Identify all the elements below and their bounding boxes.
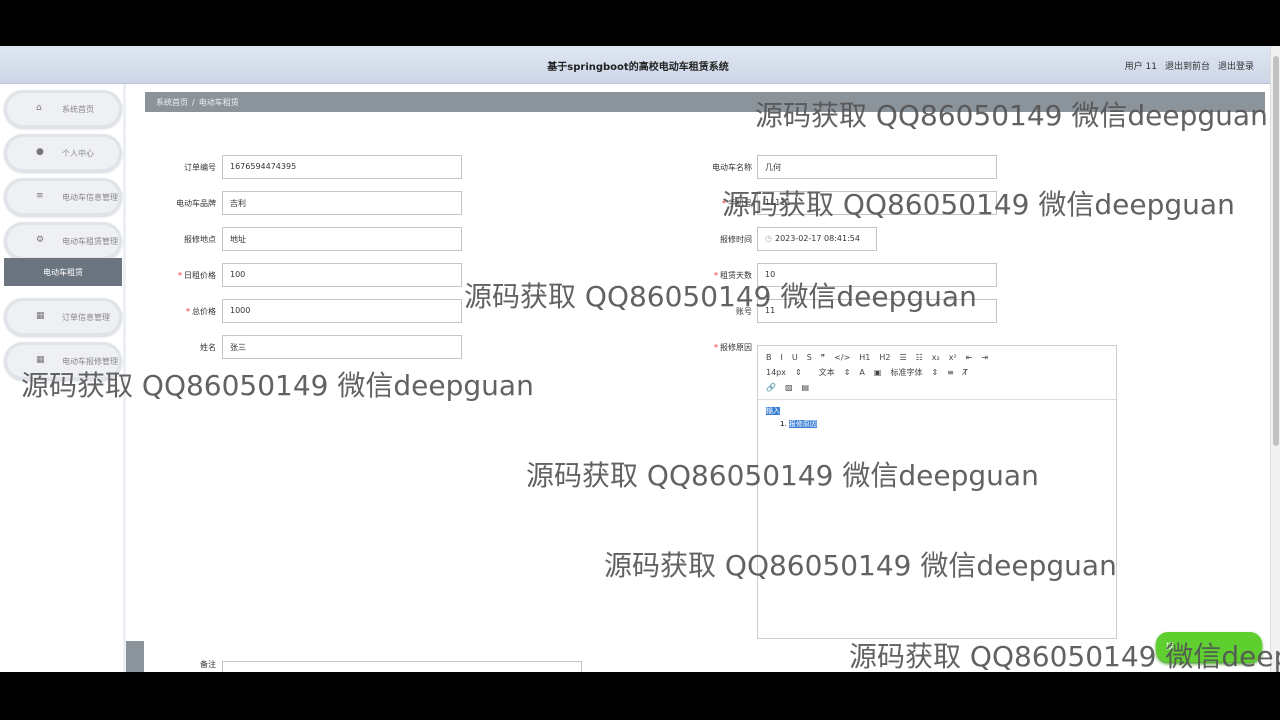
watermark: 源码获取 QQ86050149 微信deepguan (21, 369, 534, 402)
label-daily-price: * 日租价格 (178, 271, 216, 280)
bike-name-field[interactable]: 几何 (757, 155, 997, 179)
editor-toolbar-row3: 🔗 ▨ ▤ (766, 380, 1108, 395)
brand-field[interactable]: 吉利 (222, 191, 462, 215)
app-title: 基于springboot的高校电动车租赁系统 (547, 62, 729, 73)
bg-color-icon[interactable]: ▣ (874, 368, 882, 377)
font-color-icon[interactable]: A (859, 368, 864, 377)
bike-icon: ⚙ (36, 235, 45, 245)
editor-toolbar-row: B I U S ❞ </> H1 H2 ☰ ☷ x₂ x² ⇤ ⇥ (766, 350, 1108, 365)
sidebar-item-orders[interactable]: ▦ 订单信息管理 (4, 298, 122, 336)
sidebar-item-rental[interactable]: ⚙ 电动车租赁管理 (4, 222, 122, 260)
video-icon[interactable]: ▤ (802, 383, 810, 392)
watermark: 源码获取 QQ86050149 微信deepguan (722, 188, 1235, 221)
toolbar-button[interactable]: U (792, 353, 798, 362)
toolbar-button[interactable]: </> (834, 353, 850, 362)
scrollbar[interactable] (1270, 46, 1280, 672)
label-total-price: * 总价格 (186, 307, 216, 316)
watermark: 源码获取 QQ86050149 微信deepguan (526, 459, 1039, 492)
user-icon: ● (36, 147, 44, 157)
toolbar-button[interactable]: ⇥ (981, 353, 988, 362)
app-screen: 基于springboot的高校电动车租赁系统 用户 11 退出到前台 退出登录 … (0, 46, 1280, 672)
list-icon: ≡ (36, 191, 44, 201)
address-field[interactable]: 地址 (222, 227, 462, 251)
align-icon[interactable]: ≡ (947, 368, 954, 377)
order-no-field[interactable]: 1676594474395 (222, 155, 462, 179)
logout-link[interactable]: 退出登录 (1218, 59, 1254, 72)
watermark: 源码获取 QQ86050149 微信deepguan (849, 640, 1280, 672)
watermark: 源码获取 QQ86050149 微信deepguan (755, 99, 1268, 132)
label-address: 报修地点 (184, 235, 216, 244)
grid-icon: ▦ (36, 311, 45, 321)
total-price-field[interactable]: 1000 (222, 299, 462, 323)
breadcrumb-home[interactable]: 系统首页 (156, 98, 188, 107)
toolbar-button[interactable]: H2 (879, 353, 890, 362)
clear-format-icon[interactable]: T̸ (963, 368, 968, 377)
sidebar-subitem-rental[interactable]: 电动车租赁 (4, 258, 122, 286)
toolbar-button[interactable]: ⇤ (966, 353, 973, 362)
toolbar-button[interactable]: S (807, 353, 812, 362)
label-name: 姓名 (200, 343, 216, 352)
label-repair-time: 报修时间 (720, 235, 752, 244)
toolbar-button[interactable]: H1 (859, 353, 870, 362)
sidebar-item-bike-info[interactable]: ≡ 电动车信息管理 (4, 178, 122, 216)
name-field[interactable]: 张三 (222, 335, 462, 359)
editor-text-line1: 输入 (766, 407, 780, 415)
toolbar-button[interactable]: ☰ (899, 353, 906, 362)
remark-field[interactable] (222, 661, 582, 672)
front-link[interactable]: 退出到前台 (1165, 59, 1210, 72)
watermark: 源码获取 QQ86050149 微信deepguan (464, 280, 977, 313)
label-order-no: 订单编号 (184, 163, 216, 172)
editor-text-line2: 报修原因 (788, 420, 817, 428)
scroll-thumb[interactable] (1273, 56, 1279, 446)
top-header: 基于springboot的高校电动车租赁系统 用户 11 退出到前台 退出登录 (0, 46, 1280, 84)
font-size-select[interactable]: 14px (766, 368, 786, 377)
link-icon[interactable]: 🔗 (766, 383, 776, 392)
editor-toolbar-row2: 14px ⇕ 文本 ⇕ A ▣ 标准字体 ⇕ ≡ T̸ (766, 367, 968, 378)
toolbar-button[interactable]: x² (949, 353, 957, 362)
home-icon: ⌂ (36, 103, 42, 113)
sidebar-item-profile[interactable]: ● 个人中心 (4, 134, 122, 172)
username: 用户 11 (1124, 62, 1157, 72)
image-icon[interactable]: ▨ (785, 383, 793, 392)
text-style-select[interactable]: 文本 (819, 367, 835, 378)
daily-price-field[interactable]: 100 (222, 263, 462, 287)
repair-time-field[interactable]: ◷ 2023-02-17 08:41:54 (757, 227, 877, 251)
clock-icon: ◷ (765, 234, 772, 243)
toolbar-button[interactable]: B (766, 353, 772, 362)
editor-toolbar: B I U S ❞ </> H1 H2 ☰ ☷ x₂ x² ⇤ ⇥ 14px ⇕ 文本 ⇕ A ▣ 标准字体 ⇕ … (758, 346, 1116, 400)
user-area: 用户 11 退出到前台 退出登录 (1125, 59, 1254, 72)
font-family-select[interactable]: 标准字体 (890, 367, 922, 378)
watermark: 源码获取 QQ86050149 微信deepguan (604, 549, 1117, 582)
sidebar-item-home[interactable]: ⌂ 系统首页 (4, 90, 122, 128)
editor-body[interactable]: 输入 1. 报修原因 (758, 400, 1116, 435)
toolbar-button[interactable]: I (781, 353, 783, 362)
label-remark: 备注 (200, 660, 216, 669)
toolbar-button[interactable]: ☷ (916, 353, 923, 362)
label-reason: * 报修原因 (714, 343, 752, 352)
side-handle (126, 641, 144, 672)
toolbar-button[interactable]: x₂ (932, 353, 940, 362)
label-bike-name: 电动车名称 (712, 163, 752, 172)
label-brand: 电动车品牌 (176, 199, 216, 208)
breadcrumb-current: 电动车租赁 (198, 98, 239, 107)
toolbar-button[interactable]: ❞ (821, 353, 825, 362)
